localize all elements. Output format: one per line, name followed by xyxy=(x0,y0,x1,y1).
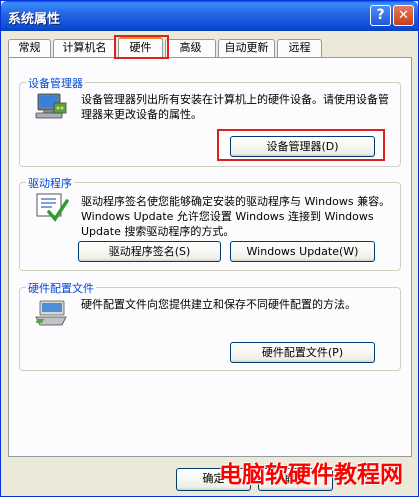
tab-automatic-updates[interactable]: 自动更新 xyxy=(218,39,275,57)
tab-computer-name[interactable]: 计算机名 xyxy=(53,39,116,57)
device-manager-icon xyxy=(35,93,67,119)
title-bar[interactable]: 系统属性 ? ✕ xyxy=(1,1,418,31)
hardware-profiles-button[interactable]: 硬件配置文件(P) xyxy=(230,342,375,363)
window-title: 系统属性 xyxy=(8,12,61,27)
hardware-profiles-group-title: 硬件配置文件 xyxy=(26,280,96,296)
tab-advanced[interactable]: 高级 xyxy=(165,39,216,57)
tab-remote[interactable]: 远程 xyxy=(277,39,322,57)
device-manager-group-title: 设备管理器 xyxy=(26,75,85,91)
help-button[interactable]: ? xyxy=(370,5,391,26)
watermark-text: 电脑软硬件教程网 xyxy=(219,462,403,488)
hardware-profile-icon xyxy=(35,300,67,326)
device-manager-button[interactable]: 设备管理器(D) xyxy=(230,136,375,157)
driver-checklist-icon xyxy=(36,193,69,222)
tab-hardware[interactable]: 硬件 xyxy=(118,37,163,58)
system-properties-window: 系统属性 ? ✕ 常规 计算机名 硬件 高级 自动更新 远程 设备管理器 设备管… xyxy=(0,0,419,497)
hardware-profiles-description: 硬件配置文件向您提供建立和保存不同硬件配置的方法。 xyxy=(81,298,356,311)
close-button[interactable]: ✕ xyxy=(393,5,414,26)
tab-general[interactable]: 常规 xyxy=(8,39,51,57)
windows-update-button[interactable]: Windows Update(W) xyxy=(230,241,375,262)
driver-signing-button[interactable]: 驱动程序签名(S) xyxy=(78,241,221,262)
device-manager-description: 设备管理器列出所有安装在计算机上的硬件设备。请使用设备管理器来更改设备的属性。 xyxy=(81,93,389,121)
drivers-description: 驱动程序签名使您能够确定安装的驱动程序与 Windows 兼容。Windows … xyxy=(81,195,391,238)
drivers-group-title: 驱动程序 xyxy=(26,175,74,191)
